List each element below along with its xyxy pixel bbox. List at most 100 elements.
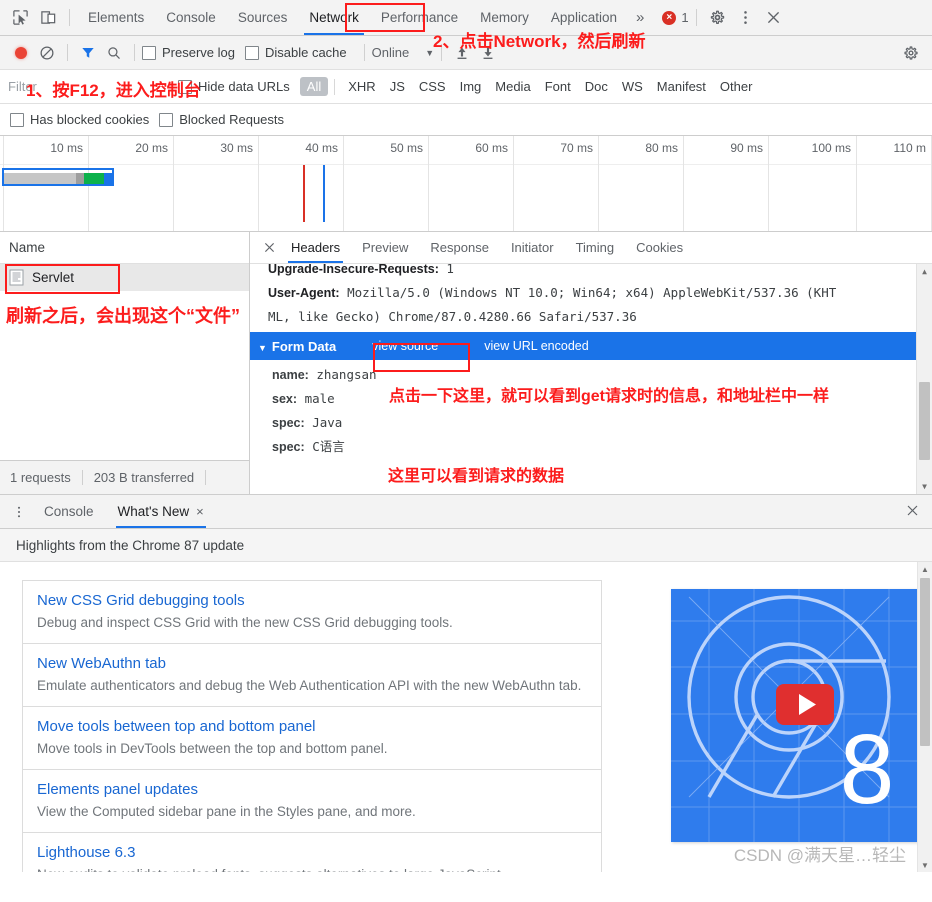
list-item[interactable]: New WebAuthn tab Emulate authenticators … — [22, 643, 602, 707]
filter-type-font[interactable]: Font — [538, 77, 578, 96]
form-data-section-header[interactable]: ▼ Form Data view source view URL encoded — [250, 332, 932, 360]
filter-divider — [334, 78, 336, 95]
import-har-icon[interactable] — [449, 45, 475, 61]
request-list-header: Name — [0, 232, 249, 264]
list-item[interactable]: New CSS Grid debugging tools Debug and i… — [22, 580, 602, 644]
more-vertical-icon[interactable] — [732, 4, 760, 32]
filter-type-xhr[interactable]: XHR — [341, 77, 382, 96]
detail-tab-initiator[interactable]: Initiator — [500, 233, 565, 263]
has-blocked-cookies-checkbox[interactable]: Has blocked cookies — [10, 112, 149, 127]
filter-type-all[interactable]: All — [299, 77, 329, 96]
list-item[interactable]: Lighthouse 6.3 New audits to validate pr… — [22, 832, 602, 872]
disable-cache-checkbox[interactable]: Disable cache — [244, 45, 347, 60]
blocked-options-bar: Has blocked cookies Blocked Requests — [0, 104, 932, 136]
tab-sources[interactable]: Sources — [227, 1, 299, 35]
export-har-icon[interactable] — [475, 45, 501, 61]
filter-type-img[interactable]: Img — [453, 77, 489, 96]
whats-new-item-title[interactable]: Elements panel updates — [37, 779, 587, 801]
detail-tabstrip: Headers Preview Response Initiator Timin… — [250, 232, 932, 264]
network-overview-timeline[interactable]: 10 ms 20 ms 30 ms 40 ms 50 ms 60 ms 70 m… — [0, 136, 932, 232]
tab-performance[interactable]: Performance — [370, 1, 469, 35]
scroll-up-arrow-icon[interactable]: ▲ — [918, 562, 932, 576]
tab-sources-label: Sources — [237, 9, 288, 25]
device-toolbar-icon[interactable] — [34, 4, 62, 32]
chrome-87-thumbnail[interactable]: 8 n — [671, 589, 921, 842]
close-icon[interactable] — [760, 4, 788, 32]
detail-tab-preview[interactable]: Preview — [351, 233, 419, 263]
drawer-more-vertical-icon[interactable] — [6, 505, 32, 519]
record-button[interactable] — [8, 46, 34, 59]
overview-tick-30ms: 30 ms — [220, 141, 253, 155]
detail-tab-response[interactable]: Response — [419, 233, 500, 263]
scroll-down-arrow-icon[interactable]: ▼ — [917, 479, 932, 494]
filter-type-manifest[interactable]: Manifest — [650, 77, 713, 96]
throttling-value: Online — [371, 45, 410, 60]
network-settings-gear-icon[interactable] — [898, 45, 924, 61]
list-item[interactable]: Elements panel updates View the Computed… — [22, 769, 602, 833]
filter-type-css[interactable]: CSS — [412, 77, 453, 96]
detail-tab-timing[interactable]: Timing — [565, 233, 626, 263]
overview-tick-60ms: 60 ms — [475, 141, 508, 155]
preserve-log-checkbox[interactable]: Preserve log — [142, 45, 235, 60]
filter-type-media[interactable]: Media — [488, 77, 537, 96]
throttling-dropdown[interactable]: Online ▼ — [372, 45, 435, 60]
hide-data-urls-checkbox[interactable]: Hide data URLs — [178, 79, 290, 94]
whats-new-item-title[interactable]: New CSS Grid debugging tools — [37, 590, 587, 612]
detail-tab-headers-label: Headers — [291, 239, 341, 255]
whats-new-item-title[interactable]: New WebAuthn tab — [37, 653, 587, 675]
scroll-up-arrow-icon[interactable]: ▲ — [917, 264, 932, 279]
drawer-tab-whats-new-label: What's New — [117, 503, 190, 519]
tab-network[interactable]: Network — [298, 1, 370, 35]
list-item[interactable]: Move tools between top and bottom panel … — [22, 706, 602, 770]
filter-type-doc[interactable]: Doc — [578, 77, 615, 96]
filter-icon[interactable] — [75, 45, 101, 61]
filter-input[interactable]: Filter — [8, 79, 178, 94]
devtools-main-tabstrip: Elements Console Sources Network Perform… — [0, 0, 932, 36]
drawer-tab-whats-new[interactable]: What's New × — [106, 496, 216, 528]
form-data-value: zhangsan — [316, 367, 377, 382]
detail-tab-cookies[interactable]: Cookies — [625, 233, 694, 263]
form-data-value: C语言 — [312, 439, 345, 454]
drawer-close-icon[interactable] — [905, 503, 920, 522]
clear-button[interactable] — [34, 45, 60, 61]
detail-tab-headers[interactable]: Headers — [280, 233, 351, 263]
tab-elements[interactable]: Elements — [77, 1, 155, 35]
tab-memory-label: Memory — [480, 9, 529, 25]
view-source-link[interactable]: view source — [358, 339, 452, 353]
view-url-encoded-link[interactable]: view URL encoded — [470, 339, 602, 353]
whats-new-item-title[interactable]: Move tools between top and bottom panel — [37, 716, 587, 738]
search-icon[interactable] — [101, 45, 127, 61]
filter-type-ws[interactable]: WS — [615, 77, 650, 96]
checkbox-box — [142, 45, 156, 60]
scrollbar-thumb[interactable] — [919, 382, 930, 460]
request-list-body: Servlet — [0, 264, 249, 460]
table-row[interactable]: Servlet — [0, 264, 249, 291]
form-data-key: spec: — [272, 440, 305, 454]
detail-scrollbar[interactable]: ▲ ▼ — [916, 264, 932, 494]
checkbox-box — [244, 45, 259, 60]
whats-new-body: New CSS Grid debugging tools Debug and i… — [0, 562, 932, 872]
drawer-tab-console-label: Console — [44, 503, 94, 519]
filter-type-other[interactable]: Other — [713, 77, 760, 96]
whats-new-item-title[interactable]: Lighthouse 6.3 — [37, 842, 587, 864]
filter-type-js[interactable]: JS — [383, 77, 412, 96]
tab-console[interactable]: Console — [155, 1, 227, 35]
checkbox-box — [10, 112, 24, 127]
headers-content: Upgrade-Insecure-Requests: 1 User-Agent:… — [250, 264, 932, 494]
more-tabs-icon[interactable]: » — [628, 9, 652, 26]
net-divider-4 — [441, 44, 443, 61]
gear-icon[interactable] — [704, 4, 732, 32]
devtools-window: Elements Console Sources Network Perform… — [0, 0, 932, 902]
scrollbar-thumb[interactable] — [920, 578, 930, 746]
tab-memory[interactable]: Memory — [469, 1, 540, 35]
inspect-element-icon[interactable] — [6, 4, 34, 32]
drawer-tab-close-icon[interactable]: × — [196, 496, 204, 528]
tab-application[interactable]: Application — [540, 1, 628, 35]
error-badge[interactable]: × 1 — [662, 10, 689, 25]
detail-close-icon[interactable] — [258, 240, 280, 256]
scroll-down-arrow-icon[interactable]: ▼ — [918, 858, 932, 872]
whats-new-scrollbar[interactable]: ▲ ▼ — [917, 562, 932, 872]
drawer-tab-console[interactable]: Console — [32, 496, 106, 528]
net-divider-1 — [67, 44, 68, 61]
blocked-requests-checkbox[interactable]: Blocked Requests — [159, 112, 284, 127]
